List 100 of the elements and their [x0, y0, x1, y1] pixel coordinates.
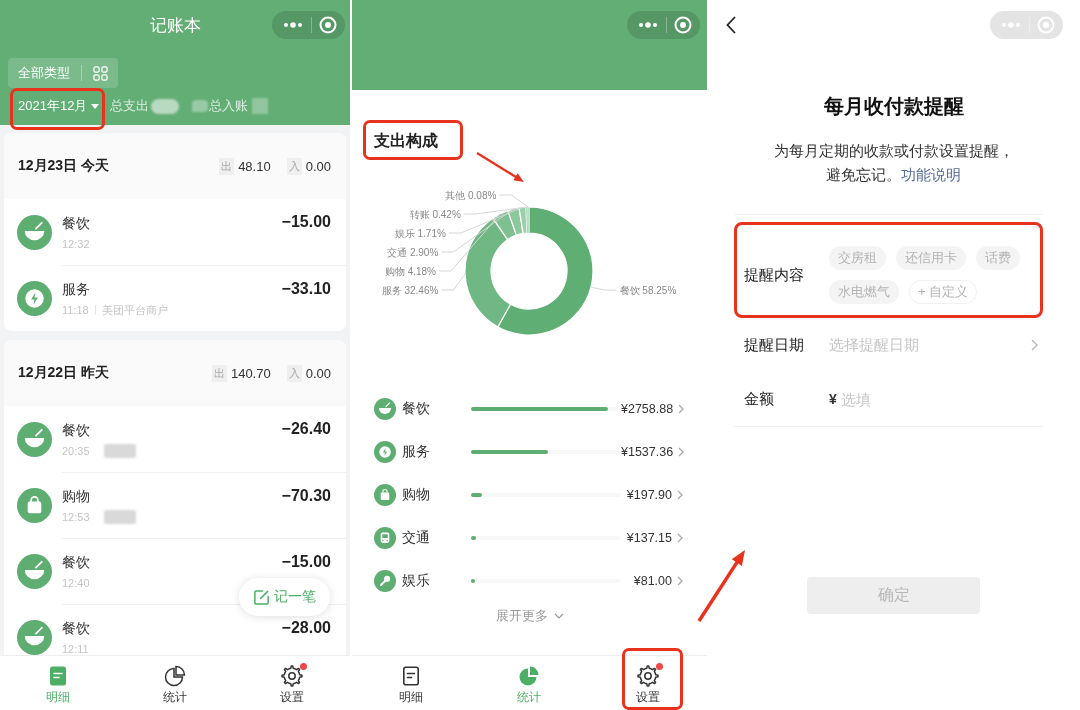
- tab[interactable]: 统计: [517, 665, 542, 706]
- lightning-icon: [374, 440, 396, 463]
- circle-dot-icon[interactable]: [319, 16, 337, 34]
- leader-line: [590, 286, 618, 291]
- category-name: 餐饮: [62, 213, 91, 233]
- category-name: 服务: [62, 280, 91, 299]
- circle-dot-icon[interactable]: [674, 16, 692, 34]
- pie-chart-icon: [164, 665, 186, 687]
- bowl-icon: [17, 214, 52, 250]
- month-picker[interactable]: 2021年12月: [18, 97, 100, 115]
- entry-amount: −33.10: [281, 280, 331, 298]
- tab[interactable]: 统计: [163, 665, 187, 706]
- description: 为每月定期的收款或付款设置提醒，避免忘记。功能说明: [772, 141, 1015, 185]
- settings-icon: [280, 665, 303, 687]
- page-title: 每月收付款提醒: [823, 94, 964, 119]
- page-title: 记账本: [149, 14, 201, 37]
- category-name: 餐饮: [402, 399, 431, 418]
- category-name: 服务: [402, 442, 431, 461]
- chevron-right-icon: [1031, 339, 1038, 351]
- entry-amount: −28.00: [281, 619, 331, 637]
- entry-time: 12:32: [62, 237, 90, 250]
- lightning-icon: [17, 280, 52, 316]
- day-date: 12月23日 今天: [18, 157, 111, 175]
- chevron-right-icon[interactable]: [677, 489, 683, 500]
- expense-tag: 出: [211, 364, 227, 382]
- circle-dot-icon[interactable]: [1037, 16, 1055, 34]
- field-label: 提醒日期: [744, 335, 805, 355]
- entry-amount: −26.40: [281, 420, 331, 438]
- field-label: 提醒内容: [744, 265, 805, 285]
- pie-chart-icon: [518, 665, 541, 687]
- entry-amount: −15.00: [281, 213, 331, 231]
- category-amount: ¥1537.36: [621, 444, 674, 459]
- tab[interactable]: 明细: [399, 665, 424, 706]
- field-label: 金额: [744, 389, 775, 409]
- category-name: 购物: [402, 485, 431, 504]
- tab[interactable]: 明细: [46, 665, 71, 706]
- tab[interactable]: 设置: [635, 665, 660, 706]
- add-record-button[interactable]: 记一笔: [239, 578, 330, 616]
- slice-label: 其他 0.08%: [445, 189, 497, 201]
- expense-tag: 出: [219, 157, 235, 175]
- bowl-icon: [374, 397, 396, 420]
- bus-icon: [374, 526, 396, 549]
- chevron-right-icon[interactable]: [678, 403, 685, 414]
- slice-label: 餐饮 58.25%: [619, 284, 677, 296]
- filter-button[interactable]: 全部类型: [8, 58, 118, 88]
- category-name: 购物: [62, 487, 91, 506]
- category-name: 餐饮: [62, 420, 91, 440]
- total-label: 总支出: [110, 97, 150, 115]
- tab[interactable]: 设置: [279, 665, 304, 706]
- entry-time: 20:35: [62, 444, 90, 457]
- income-tag: 入: [286, 364, 302, 382]
- category-amount: ¥197.90: [625, 487, 672, 502]
- option-chip[interactable]: 交房租: [829, 246, 886, 270]
- category-name: 餐饮: [62, 619, 91, 638]
- custom-option-chip[interactable]: + 自定义: [909, 280, 978, 304]
- entry-time: 11:18: [62, 304, 89, 316]
- chevron-right-icon[interactable]: [677, 575, 683, 586]
- more-icon[interactable]: [638, 21, 658, 29]
- entry-amount: −70.30: [281, 487, 331, 505]
- bag-icon: [17, 487, 52, 523]
- slice-label: 交通 2.90%: [387, 246, 439, 258]
- category-amount: ¥137.15: [625, 530, 672, 545]
- entry-time: 12:11: [62, 643, 89, 655]
- microphone-icon: [374, 569, 396, 592]
- chevron-down-icon: [553, 613, 564, 619]
- income-total: 0.00: [305, 158, 331, 174]
- income-tag: 入: [286, 157, 302, 175]
- option-chip[interactable]: 话费: [976, 246, 1020, 270]
- settings-icon: [636, 665, 659, 687]
- day-date: 12月22日 昨天: [18, 364, 111, 382]
- caret-down-icon: [91, 103, 100, 109]
- total-label: 总入账: [209, 97, 249, 115]
- slice-label: 转账 0.42%: [409, 208, 461, 220]
- entry-time: 12:53: [62, 511, 90, 523]
- back-icon[interactable]: [726, 16, 736, 34]
- edit-icon: [253, 588, 270, 606]
- expense-total: 140.70: [230, 365, 271, 381]
- chevron-right-icon[interactable]: [678, 446, 685, 457]
- more-icon[interactable]: [283, 21, 303, 29]
- category-name: 餐饮: [62, 553, 91, 572]
- section-title: 支出构成: [374, 131, 438, 151]
- entry-amount: −15.00: [281, 553, 331, 571]
- bowl-icon: [17, 553, 52, 589]
- entry-time: 12:40: [62, 577, 90, 589]
- category-name: 交通: [402, 528, 431, 547]
- chevron-right-icon[interactable]: [677, 532, 683, 543]
- help-link[interactable]: 功能说明: [901, 166, 961, 183]
- bowl-icon: [17, 421, 52, 457]
- currency-symbol: ¥: [829, 391, 837, 407]
- grid-icon: [93, 65, 108, 81]
- expense-total: 48.10: [238, 158, 271, 174]
- slice-label: 服务 32.46%: [381, 284, 439, 296]
- slice-label: 娱乐 1.71%: [394, 227, 446, 239]
- option-chip[interactable]: 水电燃气: [829, 280, 899, 304]
- bag-icon: [374, 483, 396, 506]
- expand-button[interactable]: 展开更多: [495, 606, 564, 626]
- income-total: 0.00: [305, 365, 331, 381]
- option-chip[interactable]: 还信用卡: [896, 246, 966, 270]
- category-amount: ¥2758.88: [621, 401, 674, 416]
- category-amount: ¥81.00: [632, 573, 672, 588]
